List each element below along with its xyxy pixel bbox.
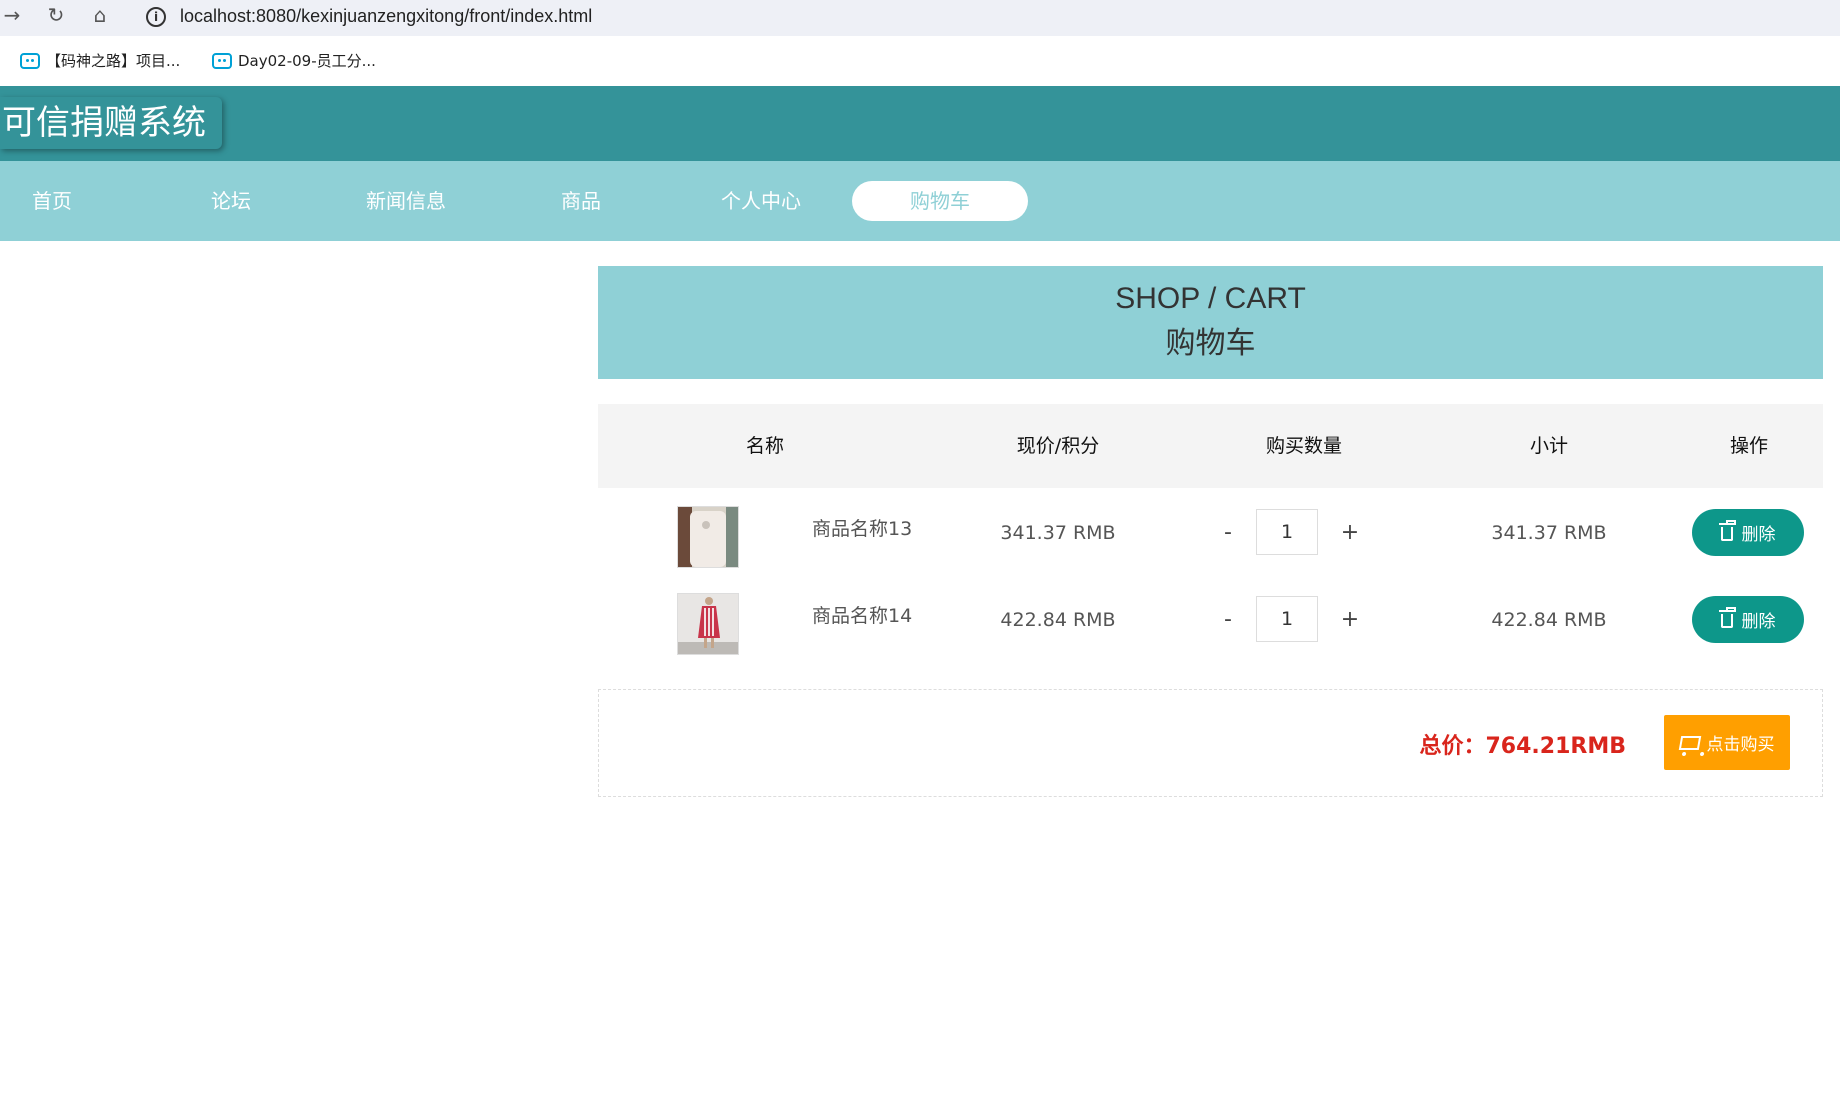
site-logo[interactable]: 可信捐赠系统 — [0, 97, 222, 149]
column-header-action: 操作 — [1729, 435, 1769, 457]
subtotal: 422.84 RMB — [1491, 609, 1607, 631]
bookmark-label: 【码神之路】项目... — [46, 52, 181, 70]
quantity-increase-button[interactable]: + — [1341, 520, 1359, 545]
column-header-name: 名称 — [745, 435, 785, 457]
browser-toolbar: → ↻ ⌂ i localhost:8080/kexinjuanzengxito… — [0, 0, 1840, 36]
nav-item-goods[interactable]: 商品 — [493, 181, 669, 221]
forward-icon[interactable]: → — [0, 0, 24, 30]
total-price: 总价：764.21RMB — [1419, 734, 1627, 759]
column-header-subtotal: 小计 — [1529, 435, 1569, 457]
site-header: 可信捐赠系统 — [0, 86, 1840, 161]
address-bar[interactable]: i localhost:8080/kexinjuanzengxitong/fro… — [136, 0, 1840, 33]
cart-title-zh: 购物车 — [1165, 326, 1256, 361]
cart-banner: SHOP / CART 购物车 — [598, 266, 1823, 379]
column-header-price: 现价/积分 — [1016, 435, 1100, 457]
home-icon[interactable]: ⌂ — [88, 0, 112, 30]
buy-button[interactable]: 点击购买 — [1664, 715, 1790, 770]
delete-label: 删除 — [1741, 525, 1776, 545]
bookmark-item[interactable]: Day02-09-员工分... — [212, 50, 376, 71]
buy-label: 点击购买 — [1706, 735, 1775, 755]
cart-icon — [1678, 735, 1701, 750]
delete-label: 删除 — [1741, 612, 1776, 632]
table-row: 商品名称13 341.37 RMB - 1 + 341.37 RMB 删除 — [598, 496, 1823, 576]
bookmark-label: Day02-09-员工分... — [238, 52, 376, 70]
main-nav: 首页 论坛 新闻信息 商品 个人中心 购物车 — [0, 161, 1840, 241]
product-thumbnail[interactable] — [677, 506, 739, 568]
nav-item-home[interactable]: 首页 — [0, 181, 140, 221]
quantity-decrease-button[interactable]: - — [1224, 607, 1232, 632]
nav-item-forum[interactable]: 论坛 — [143, 181, 319, 221]
nav-item-cart[interactable]: 购物车 — [852, 181, 1028, 221]
nav-item-news[interactable]: 新闻信息 — [318, 181, 494, 221]
product-thumbnail[interactable] — [677, 593, 739, 655]
product-price: 422.84 RMB — [1000, 609, 1116, 631]
quantity-increase-button[interactable]: + — [1341, 607, 1359, 632]
bookmarks-bar: 【码神之路】项目... Day02-09-员工分... — [0, 36, 1840, 86]
subtotal: 341.37 RMB — [1491, 522, 1607, 544]
column-header-quantity: 购买数量 — [1265, 435, 1343, 457]
product-price: 341.37 RMB — [1000, 522, 1116, 544]
bookmark-item[interactable]: 【码神之路】项目... — [20, 50, 180, 71]
cart-title-en: SHOP / CART — [1115, 282, 1306, 315]
reload-icon[interactable]: ↻ — [44, 0, 68, 30]
delete-button[interactable]: 删除 — [1692, 509, 1804, 556]
table-row: 商品名称14 422.84 RMB - 1 + 422.84 RMB 删除 — [598, 583, 1823, 663]
quantity-decrease-button[interactable]: - — [1224, 520, 1232, 545]
trash-icon — [1718, 519, 1736, 541]
cart-total-panel: 总价：764.21RMB 点击购买 — [598, 689, 1823, 797]
product-name[interactable]: 商品名称14 — [812, 601, 912, 628]
cart-table-header: 名称 现价/积分 购买数量 小计 操作 — [598, 404, 1823, 488]
trash-icon — [1718, 606, 1736, 628]
nav-item-profile[interactable]: 个人中心 — [673, 181, 849, 221]
bilibili-icon — [212, 52, 232, 69]
bilibili-icon — [20, 52, 40, 69]
product-name[interactable]: 商品名称13 — [812, 514, 912, 541]
quantity-input[interactable]: 1 — [1256, 509, 1318, 555]
site-info-icon[interactable]: i — [146, 6, 166, 27]
delete-button[interactable]: 删除 — [1692, 596, 1804, 643]
url-text: localhost:8080/kexinjuanzengxitong/front… — [180, 6, 593, 26]
quantity-input[interactable]: 1 — [1256, 596, 1318, 642]
